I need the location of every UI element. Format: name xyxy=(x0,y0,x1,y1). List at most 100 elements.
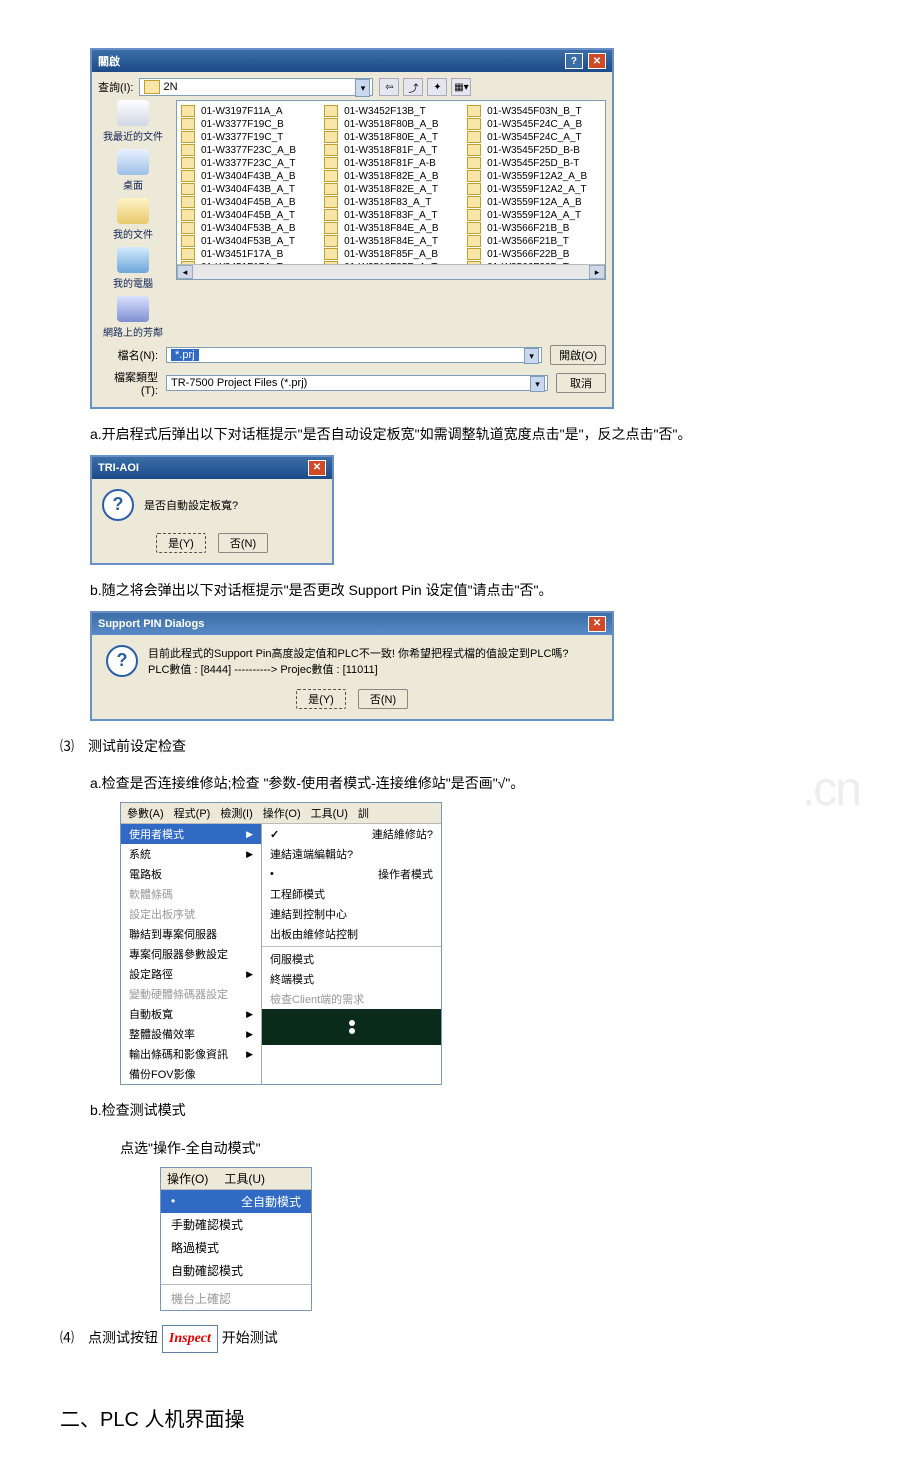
help-icon[interactable]: ? xyxy=(565,53,583,69)
file-item[interactable]: 01-W3518F82E_A_B xyxy=(324,170,439,182)
scroll-right-icon[interactable]: ▸ xyxy=(589,265,605,279)
file-item[interactable]: 01-W3518F82E_A_T xyxy=(324,183,439,195)
newfolder-icon[interactable]: ✦ xyxy=(427,78,447,96)
file-item[interactable]: 01-W3377F23C_A_T xyxy=(181,157,296,169)
menu-item[interactable]: 設定路徑▶ xyxy=(121,964,261,984)
back-icon[interactable]: ⇦ xyxy=(379,78,399,96)
file-item[interactable]: 01-W3377F23C_A_B xyxy=(181,144,296,156)
file-item[interactable]: 01-W3518F85F_A_B xyxy=(324,248,439,260)
submenu-item[interactable]: 伺服模式 xyxy=(262,949,441,969)
file-item[interactable]: 01-W3518F80B_A_B xyxy=(324,118,439,130)
file-item[interactable]: 01-W3451F17A_B xyxy=(181,248,296,260)
file-item[interactable]: 01-W3559F12A_A_B xyxy=(467,196,587,208)
file-item[interactable]: 01-W3545F25D_B-T xyxy=(467,157,587,169)
scroll-left-icon[interactable]: ◂ xyxy=(177,265,193,279)
lookin-combo[interactable]: 2N xyxy=(139,78,373,96)
file-item[interactable]: 01-W3518F80E_A_T xyxy=(324,131,439,143)
place-recent[interactable]: 我最近的文件 xyxy=(103,100,163,143)
file-item[interactable]: 01-W3377F19C_T xyxy=(181,131,296,143)
op-menu-item[interactable]: 自動確認模式 xyxy=(161,1259,311,1282)
file-item[interactable]: 01-W3566F22B_B xyxy=(467,248,587,260)
hscrollbar[interactable]: ◂▸ xyxy=(177,264,605,279)
place-desktop[interactable]: 桌面 xyxy=(117,149,149,192)
close-icon[interactable]: ✕ xyxy=(588,616,606,632)
open-button[interactable]: 開啟(O) xyxy=(550,345,606,365)
op-menu-items[interactable]: 全自動模式手動確認模式略過模式自動確認模式 xyxy=(161,1190,311,1282)
submenu-item[interactable]: 工程師模式 xyxy=(262,884,441,904)
menu-left-column[interactable]: 使用者模式▶系統▶電路板軟體條碼設定出板序號聯結到專案伺服器專案伺服器參數設定設… xyxy=(121,824,262,1084)
up-icon[interactable]: ⤴ xyxy=(403,78,423,96)
submenu-item[interactable]: 終端模式 xyxy=(262,969,441,989)
views-icon[interactable]: ▦▾ xyxy=(451,78,471,96)
file-list[interactable]: 01-W3197F11A_A01-W3377F19C_B01-W3377F19C… xyxy=(176,100,606,280)
op-menu-item[interactable]: 全自動模式 xyxy=(161,1190,311,1213)
file-item[interactable]: 01-W3404F43B_A_B xyxy=(181,170,296,182)
menu-bar-item[interactable]: 訓 xyxy=(358,805,369,821)
file-item[interactable]: 01-W3518F84E_A_B xyxy=(324,222,439,234)
file-item[interactable]: 01-W3545F25D_B-B xyxy=(467,144,587,156)
place-computer[interactable]: 我的電腦 xyxy=(113,247,153,290)
submenu-item[interactable]: 連結維修站? xyxy=(262,824,441,844)
menu-bar-item[interactable]: 操作(O) xyxy=(167,1170,208,1187)
file-item[interactable]: 01-W3566F21B_T xyxy=(467,235,587,247)
menu-item[interactable]: 電路板 xyxy=(121,864,261,884)
cancel-button[interactable]: 取消 xyxy=(556,373,606,393)
menu-bar-item[interactable]: 參數(A) xyxy=(127,805,164,821)
op-menu-item[interactable]: 手動確認模式 xyxy=(161,1213,311,1236)
place-network[interactable]: 網路上的芳鄰 xyxy=(103,296,163,339)
file-item[interactable]: 01-W3404F45B_A_B xyxy=(181,196,296,208)
close-icon[interactable]: ✕ xyxy=(308,460,326,476)
file-item[interactable]: 01-W3545F24C_A_T xyxy=(467,131,587,143)
chevron-right-icon: ▶ xyxy=(246,829,253,840)
submenu-item[interactable]: 連結到控制中心 xyxy=(262,904,441,924)
menu-item[interactable]: 輸出條碼和影像資訊▶ xyxy=(121,1044,261,1064)
yes-button[interactable]: 是(Y) xyxy=(296,689,346,709)
file-item[interactable]: 01-W3518F81F_A_T xyxy=(324,144,439,156)
filename-label: 檔名(N): xyxy=(98,347,158,363)
file-item[interactable]: 01-W3452F13B_T xyxy=(324,105,439,117)
file-item[interactable]: 01-W3518F83F_A_T xyxy=(324,209,439,221)
menu-bar-item[interactable]: 操作(O) xyxy=(263,805,301,821)
menu-item[interactable]: 整體設備效率▶ xyxy=(121,1024,261,1044)
menu-bar[interactable]: 參數(A) 程式(P) 檢測(I) 操作(O) 工具(U) 訓 xyxy=(121,803,441,824)
menu-right-column[interactable]: 連結維修站?連結遠端編輯站?操作者模式工程師模式連結到控制中心出板由維修站控制伺… xyxy=(262,824,441,1084)
submenu-item[interactable]: 連結遠端編輯站? xyxy=(262,844,441,864)
submenu-item[interactable]: 操作者模式 xyxy=(262,864,441,884)
file-item[interactable]: 01-W3566F21B_B xyxy=(467,222,587,234)
menu-item[interactable]: 備份FOV影像 xyxy=(121,1064,261,1084)
file-item[interactable]: 01-W3377F19C_B xyxy=(181,118,296,130)
inspect-button[interactable]: Inspect xyxy=(162,1325,218,1353)
no-button[interactable]: 否(N) xyxy=(358,689,408,709)
file-item[interactable]: 01-W3518F81F_A-B xyxy=(324,157,439,169)
menu-bar-item[interactable]: 檢測(I) xyxy=(220,805,252,821)
file-item[interactable]: 01-W3545F24C_A_B xyxy=(467,118,587,130)
menu-item[interactable]: 聯結到專案伺服器 xyxy=(121,924,261,944)
place-documents[interactable]: 我的文件 xyxy=(113,198,153,241)
file-item[interactable]: 01-W3545F03N_B_T xyxy=(467,105,587,117)
submenu-item[interactable]: 出板由維修站控制 xyxy=(262,924,441,944)
file-item[interactable]: 01-W3404F53B_A_B xyxy=(181,222,296,234)
filetype-combo[interactable]: TR-7500 Project Files (*.prj) xyxy=(166,375,548,391)
op-menu-bar[interactable]: 操作(O) 工具(U) xyxy=(161,1168,311,1190)
file-item[interactable]: 01-W3518F83_A_T xyxy=(324,196,439,208)
menu-bar-item[interactable]: 工具(U) xyxy=(224,1170,265,1187)
file-item[interactable]: 01-W3559F12A2_A_T xyxy=(467,183,587,195)
filename-combo[interactable]: *.prj xyxy=(166,347,542,363)
menu-bar-item[interactable]: 程式(P) xyxy=(174,805,211,821)
menu-bar-item[interactable]: 工具(U) xyxy=(311,805,348,821)
file-item[interactable]: 01-W3559F12A2_A_B xyxy=(467,170,587,182)
menu-item[interactable]: 自動板寬▶ xyxy=(121,1004,261,1024)
file-item[interactable]: 01-W3559F12A_A_T xyxy=(467,209,587,221)
file-item[interactable]: 01-W3518F84E_A_T xyxy=(324,235,439,247)
no-button[interactable]: 否(N) xyxy=(218,533,268,553)
op-menu-item[interactable]: 略過模式 xyxy=(161,1236,311,1259)
close-icon[interactable]: ✕ xyxy=(588,53,606,69)
menu-item[interactable]: 系統▶ xyxy=(121,844,261,864)
file-item[interactable]: 01-W3404F43B_A_T xyxy=(181,183,296,195)
file-item[interactable]: 01-W3404F45B_A_T xyxy=(181,209,296,221)
file-item[interactable]: 01-W3197F11A_A xyxy=(181,105,296,117)
file-item[interactable]: 01-W3404F53B_A_T xyxy=(181,235,296,247)
menu-item[interactable]: 使用者模式▶ xyxy=(121,824,261,844)
yes-button[interactable]: 是(Y) xyxy=(156,533,206,553)
menu-item[interactable]: 專案伺服器參數設定 xyxy=(121,944,261,964)
